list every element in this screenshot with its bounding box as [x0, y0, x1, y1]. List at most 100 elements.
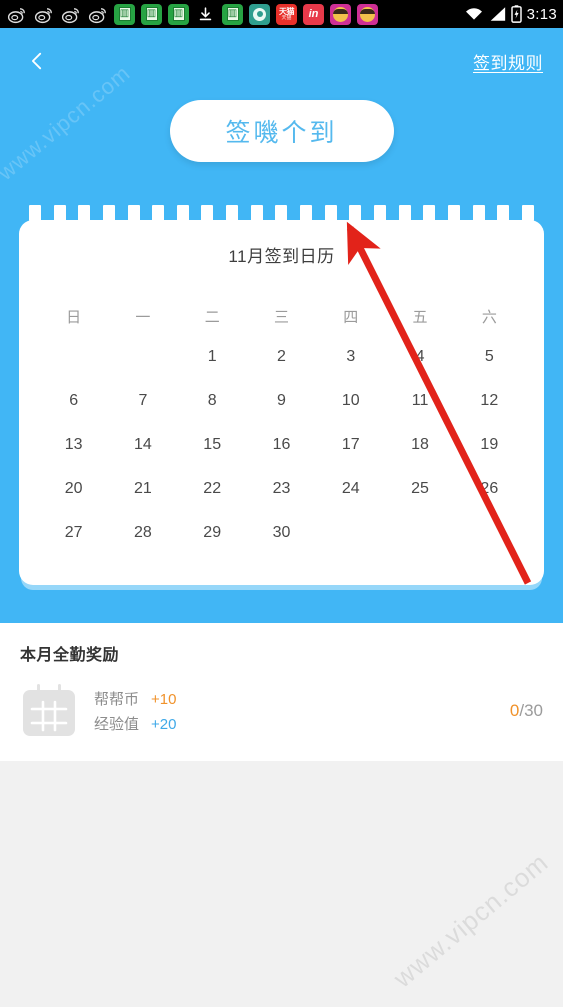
reward-values: 帮帮币 +10 经验值 +20 — [94, 688, 176, 734]
calendar-title: 11月签到日历 — [228, 247, 335, 266]
calendar-day[interactable]: 6 — [39, 379, 108, 423]
binding-tab — [53, 205, 66, 221]
reward-label: 帮帮币 — [94, 691, 140, 708]
binding-tab — [29, 205, 41, 221]
weekday-label: 三 — [273, 309, 289, 326]
binding-tab — [201, 205, 214, 221]
avatar-app-icon — [330, 3, 351, 25]
avatar-app-icon — [357, 3, 378, 25]
monthly-reward-section: 本月全勤奖励 帮帮币 +10 经验值 +20 0/30 — [0, 623, 563, 761]
reward-label: 经验值 — [94, 716, 140, 733]
binding-tab — [423, 205, 436, 221]
weekday-label: 六 — [481, 309, 497, 326]
signal-icon — [489, 6, 506, 22]
calendar-day[interactable]: 28 — [108, 511, 177, 555]
status-bar: ▥ ▥ ▥ ▥ 天猫 天猫 in 3:13 — [0, 0, 563, 28]
calendar-day[interactable]: 30 — [247, 511, 316, 555]
calendar-day[interactable]: 5 — [455, 335, 524, 379]
calendar-day[interactable]: 17 — [316, 423, 385, 467]
weekday-label: 四 — [343, 309, 359, 326]
signin-rules-link[interactable]: 签到规则 — [473, 49, 543, 74]
calendar-card-area: 11月签到日历 日 一 二 三 四 五 六 1 2 3 4 5 6 7 8 9 … — [0, 205, 563, 623]
calendar-day[interactable]: 9 — [247, 379, 316, 423]
weekday-label: 二 — [204, 309, 220, 326]
binding-tab — [324, 205, 337, 221]
calendar-day[interactable]: 25 — [385, 467, 454, 511]
calendar-day[interactable]: 1 — [178, 335, 247, 379]
page-bottom-filler — [0, 761, 563, 971]
weekday-label: 日 — [66, 309, 82, 326]
reward-progress-total: /30 — [519, 701, 543, 720]
reward-line-exp: 经验值 +20 — [94, 713, 176, 734]
calendar-day — [385, 511, 454, 555]
reward-line-coin: 帮帮币 +10 — [94, 688, 176, 709]
calendar-day[interactable]: 21 — [108, 467, 177, 511]
calendar-day[interactable]: 18 — [385, 423, 454, 467]
calendar-day[interactable]: 26 — [455, 467, 524, 511]
calendar-day — [455, 511, 524, 555]
calendar-week-row: 1 2 3 4 5 — [39, 335, 524, 379]
calendar-day[interactable]: 23 — [247, 467, 316, 511]
status-bar-system-icons: 3:13 — [464, 5, 557, 23]
weekday-label: 五 — [412, 309, 428, 326]
reward-value: +20 — [151, 716, 177, 733]
wifi-icon — [464, 6, 484, 22]
tmall-icon: 天猫 天猫 — [276, 3, 297, 25]
binding-tab — [373, 205, 386, 221]
calendar-day — [39, 335, 108, 379]
calendar-day[interactable]: 20 — [39, 467, 108, 511]
binding-tab — [226, 205, 239, 221]
calendar-day — [108, 335, 177, 379]
calendar-day[interactable]: 7 — [108, 379, 177, 423]
binding-tab — [275, 205, 288, 221]
calendar-week-row: 6 7 8 9 10 11 12 — [39, 379, 524, 423]
calendar-day[interactable]: 8 — [178, 379, 247, 423]
mahjong-app-icon: ▥ — [222, 3, 243, 25]
calendar-day[interactable]: 15 — [178, 423, 247, 467]
weibo-icon — [33, 3, 54, 25]
calendar-day[interactable]: 13 — [39, 423, 108, 467]
calendar-day[interactable]: 24 — [316, 467, 385, 511]
binding-tab — [472, 205, 485, 221]
signin-button[interactable]: 签嘰个到 — [169, 100, 394, 162]
calendar-day[interactable]: 11 — [385, 379, 454, 423]
mahjong-app-icon: ▥ — [168, 3, 189, 25]
calendar-day[interactable]: 29 — [178, 511, 247, 555]
reward-value: +10 — [151, 691, 177, 708]
battery-charging-icon — [510, 5, 522, 23]
calendar-day[interactable]: 27 — [39, 511, 108, 555]
weibo-icon — [87, 3, 108, 25]
binding-tab — [78, 205, 91, 221]
binding-tab — [176, 205, 189, 221]
calendar-day[interactable]: 10 — [316, 379, 385, 423]
navigation-bar: 签到规则 — [0, 28, 563, 94]
calendar-week-row: 20 21 22 23 24 25 26 — [39, 467, 524, 511]
binding-tab — [300, 205, 313, 221]
calendar-day[interactable]: 22 — [178, 467, 247, 511]
calendar-day[interactable]: 19 — [455, 423, 524, 467]
calendar-day[interactable]: 4 — [385, 335, 454, 379]
binding-tab — [127, 205, 140, 221]
calendar-day[interactable]: 16 — [247, 423, 316, 467]
calendar-day[interactable]: 2 — [247, 335, 316, 379]
calendar-day[interactable]: 14 — [108, 423, 177, 467]
calendar-icon — [20, 683, 78, 739]
reward-progress-current: 0 — [509, 701, 520, 720]
signin-hero: 签到规则 签嘰个到 11月签到日历 日 一 二 三 四 五 六 1 2 3 4 … — [0, 28, 563, 623]
calendar-grid: 日 一 二 三 四 五 六 1 2 3 4 5 6 7 8 9 10 11 12… — [19, 293, 544, 555]
calendar-week-row: 27 28 29 30 — [39, 511, 524, 555]
calendar-binding-tabs — [19, 205, 544, 221]
calendar-day[interactable]: 12 — [455, 379, 524, 423]
weibo-icon — [60, 3, 81, 25]
calendar-day[interactable]: 3 — [316, 335, 385, 379]
reward-row: 帮帮币 +10 经验值 +20 0/30 — [20, 683, 543, 739]
download-icon — [195, 3, 216, 25]
binding-tab — [447, 205, 460, 221]
linkedin-icon: in — [303, 3, 324, 25]
calendar-week-row: 13 14 15 16 17 18 19 — [39, 423, 524, 467]
mahjong-app-icon: ▥ — [141, 3, 162, 25]
binding-tab — [521, 205, 534, 221]
mahjong-app-icon: ▥ — [114, 3, 135, 25]
status-bar-app-icons: ▥ ▥ ▥ ▥ 天猫 天猫 in — [6, 3, 464, 25]
back-icon[interactable] — [20, 44, 54, 78]
